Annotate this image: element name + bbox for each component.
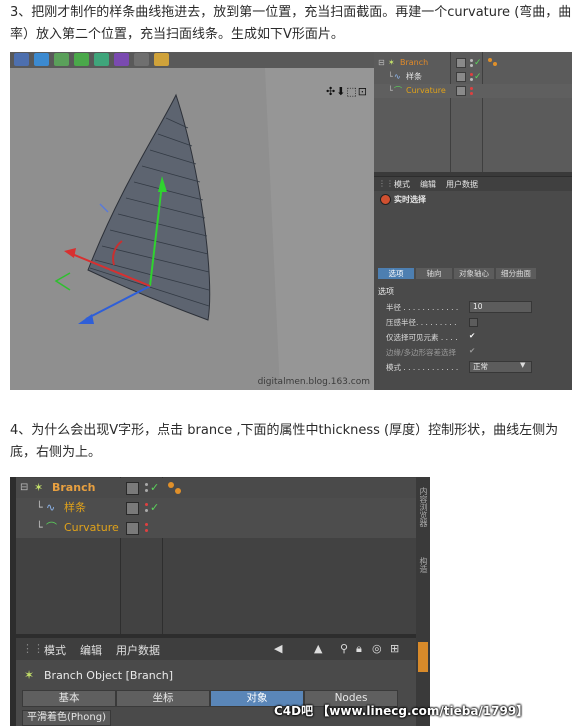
object-manager: ⊟ ✶ Branch ✓ └ ∿ 样条 ✓ └ ⌒ Curvature xyxy=(16,477,416,634)
deformer-tool-icon[interactable] xyxy=(94,53,109,66)
cube-tool-icon[interactable] xyxy=(14,53,29,66)
grip-icon: ⋮⋮ xyxy=(378,179,394,188)
prop-tolerant-selection: 边缘/多边形容差选择 ✔ xyxy=(386,346,476,357)
object-name: 样条 xyxy=(64,501,86,514)
tag-icon[interactable] xyxy=(488,58,492,62)
object-row-curvature[interactable]: └ ⌒ Curvature xyxy=(16,518,416,538)
layer-swatch-icon[interactable] xyxy=(126,522,139,535)
menu-user-data[interactable]: 用户数据 xyxy=(446,179,478,190)
object-row-spline[interactable]: └ ∿ 样条 ✓ xyxy=(374,70,572,84)
side-tab-content-browser[interactable]: 内容浏览器 xyxy=(418,487,429,527)
lock-icon[interactable]: 🔒︎ xyxy=(356,642,362,656)
menu-mode[interactable]: 模式 xyxy=(44,642,66,658)
visible-only-checkbox[interactable]: ✔ xyxy=(469,331,475,340)
enabled-check-icon[interactable]: ✓ xyxy=(150,478,159,498)
object-name: Branch xyxy=(52,481,96,494)
tab-subdivision[interactable]: 细分曲面 xyxy=(496,268,536,279)
scene-tool-icon[interactable] xyxy=(114,53,129,66)
layer-swatch-icon[interactable] xyxy=(456,58,466,68)
object-row-branch[interactable]: ⊟ ✶ Branch ✓ xyxy=(374,56,572,70)
viewport-navigation-icons[interactable]: ✣⬇⬚⊡ xyxy=(326,85,368,98)
blog-watermark: digitalmen.blog.163.com xyxy=(257,377,370,387)
branch-icon: ✶ xyxy=(388,58,395,67)
object-name: Curvature xyxy=(64,521,119,534)
attribute-manager: ⋮⋮ 模式 编辑 用户数据 实时选择 选项 轴向 对象轴心 细分曲面 选项 半径… xyxy=(374,176,572,390)
tab-object-axis[interactable]: 对象轴心 xyxy=(454,268,494,279)
spline-tool-icon[interactable] xyxy=(34,53,49,66)
spline-icon: ∿ xyxy=(394,72,401,81)
curvature-icon: ⌒ xyxy=(394,86,402,95)
target-icon[interactable]: ◎ xyxy=(372,642,382,655)
object-name: Curvature xyxy=(406,86,446,95)
enabled-check-icon[interactable]: ✓ xyxy=(150,498,159,518)
viewport-toolbar xyxy=(10,52,374,68)
tab-coordinates[interactable]: 坐标 xyxy=(116,690,210,707)
forum-watermark: C4D吧 【www.linecg.com/tieba/1799】 xyxy=(274,704,529,718)
object-row-curvature[interactable]: └ ⌒ Curvature xyxy=(374,84,572,98)
curvature-icon: ⌒ xyxy=(46,521,57,534)
radius-input[interactable]: 10 xyxy=(469,301,532,313)
back-arrow-icon[interactable]: ◀ xyxy=(274,642,282,655)
tab-basic[interactable]: 基本 xyxy=(22,690,116,707)
object-row-branch[interactable]: ⊟ ✶ Branch ✓ xyxy=(16,478,416,498)
layer-swatch-icon[interactable] xyxy=(126,482,139,495)
section-heading: 选项 xyxy=(378,287,394,296)
step-4-paragraph: 4、为什么会出现V字形，点击 brance ,下面的属性中thickness (… xyxy=(10,423,559,460)
pressure-radius-checkbox[interactable] xyxy=(469,318,478,327)
new-panel-icon[interactable]: ⊞ xyxy=(390,642,399,655)
menu-edit[interactable]: 编辑 xyxy=(80,642,102,658)
tab-axis[interactable]: 轴向 xyxy=(416,268,452,279)
c4d-screenshot-2: ⊟ ✶ Branch ✓ └ ∿ 样条 ✓ └ ⌒ Curvature 内容浏览… xyxy=(10,477,430,726)
side-tab-strip: 内容浏览器 构造 xyxy=(416,477,430,726)
enabled-check-icon[interactable]: ✓ xyxy=(474,56,482,70)
array-tool-icon[interactable] xyxy=(74,53,89,66)
c4d-screenshot-1: ✣⬇⬚⊡ digitalmen.blog.163.com ⊟ ✶ Branch … xyxy=(10,52,572,390)
nurbs-tool-icon[interactable] xyxy=(54,53,69,66)
spline-icon: ∿ xyxy=(46,501,56,514)
menu-user-data[interactable]: 用户数据 xyxy=(116,642,160,658)
prop-radius: 半径 . . . . . . . . . . . . 10 xyxy=(374,300,572,314)
camera-tool-icon[interactable] xyxy=(134,53,149,66)
object-name: Branch xyxy=(400,58,429,67)
tree-toggle-icon[interactable]: ⊟ xyxy=(378,56,385,70)
object-title: Branch Object [Branch] xyxy=(44,669,174,682)
tree-toggle-icon[interactable]: ⊟ xyxy=(20,478,28,498)
tab-phong[interactable]: 平滑着色(Phong) xyxy=(22,710,111,726)
side-tab-structure[interactable]: 构造 xyxy=(418,557,429,573)
prop-mode: 模式 . . . . . . . . . . . . 正常 ▼ xyxy=(374,360,572,374)
step-3-paragraph: 3、把刚才制作的样条曲线拖进去，放到第一位置，充当扫面截面。再建一个curvat… xyxy=(10,5,572,42)
prop-pressure-radius: 压感半径. . . . . . . . . xyxy=(374,315,572,329)
layer-swatch-icon[interactable] xyxy=(456,72,466,82)
tolerant-selection-checkbox[interactable]: ✔ xyxy=(469,346,475,355)
menu-edit[interactable]: 编辑 xyxy=(420,179,436,190)
object-manager: ⊟ ✶ Branch ✓ └ ∿ 样条 ✓ └ ⌒ Curvature xyxy=(374,52,572,172)
search-icon[interactable]: ⚲ xyxy=(340,642,348,655)
up-arrow-icon[interactable]: ▲ xyxy=(314,642,322,655)
enabled-check-icon[interactable]: ✓ xyxy=(474,70,482,84)
layer-swatch-icon[interactable] xyxy=(456,86,466,96)
3d-viewport[interactable]: ✣⬇⬚⊡ digitalmen.blog.163.com xyxy=(10,68,374,390)
layer-swatch-icon[interactable] xyxy=(126,502,139,515)
tab-options[interactable]: 选项 xyxy=(378,268,414,279)
tool-title: 实时选择 xyxy=(394,195,426,204)
live-selection-icon xyxy=(380,194,391,205)
attribute-menu-bar: ⋮⋮ 模式 编辑 用户数据 xyxy=(374,176,572,191)
object-name: 样条 xyxy=(406,72,422,81)
grip-icon: ⋮⋮ xyxy=(22,642,44,655)
branch-icon: ✶ xyxy=(24,668,35,682)
chevron-down-icon[interactable]: ▼ xyxy=(520,361,525,369)
attribute-menu-bar: ⋮⋮ 模式 编辑 用户数据 ◀ ▲ ⚲ 🔒︎ ◎ ⊞ xyxy=(16,638,416,660)
tag-icon[interactable] xyxy=(168,482,174,488)
menu-mode[interactable]: 模式 xyxy=(394,179,410,190)
light-tool-icon[interactable] xyxy=(154,53,169,66)
prop-visible-only: 仅选择可见元素 . . . . ✔ xyxy=(386,331,476,342)
branch-icon: ✶ xyxy=(34,481,44,494)
object-row-spline[interactable]: └ ∿ 样条 ✓ xyxy=(16,498,416,518)
